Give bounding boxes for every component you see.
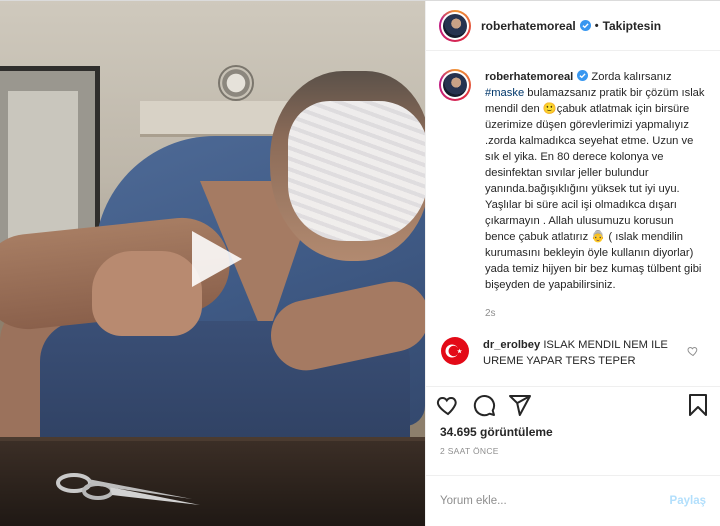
caption-time-ago: 2s	[485, 308, 496, 320]
header-separator: •	[594, 19, 599, 32]
post-comment-button[interactable]: Paylaş	[670, 495, 706, 507]
commenter-avatar[interactable]	[441, 337, 469, 366]
video-person-thumbs-up	[92, 251, 202, 336]
play-icon[interactable]	[188, 229, 244, 289]
video-wall-clock	[218, 65, 254, 101]
caption-text-start: Zorda kalırsanız	[588, 71, 672, 84]
heart-icon[interactable]	[436, 393, 460, 417]
post-header: roberhatemoreal • Takiptesin	[426, 1, 720, 52]
comments-area[interactable]: roberhatemoreal Zorda kalırsanız #maske …	[426, 51, 720, 386]
post-video[interactable]	[0, 1, 425, 526]
caption-text-rest: bulamazsanız pratik bir çözüm ıslak mend…	[485, 87, 705, 292]
comment-input[interactable]	[440, 495, 670, 508]
scissors-image	[56, 473, 200, 505]
comment-icon[interactable]	[472, 393, 496, 417]
caption-body: roberhatemoreal Zorda kalırsanız #maske …	[485, 69, 705, 322]
author-avatar[interactable]	[439, 9, 471, 42]
commenter-username[interactable]: dr_erolbey	[483, 339, 540, 351]
add-comment-section: Paylaş	[426, 474, 720, 526]
caption-hashtag-link[interactable]: #maske	[485, 87, 524, 99]
share-icon[interactable]	[508, 393, 532, 417]
turkey-flag-icon	[445, 344, 463, 358]
bookmark-icon[interactable]	[686, 393, 710, 417]
comment-item: dr_erolbey ISLAK MENDIL NEM ILE UREME YA…	[439, 337, 707, 367]
post-actions-bar	[426, 386, 720, 422]
comment-like-heart-icon[interactable]	[687, 345, 699, 357]
caption-avatar[interactable]	[439, 69, 471, 102]
post-timestamp[interactable]: 2 SAAT ÖNCE	[426, 442, 720, 474]
post-details-panel: roberhatemoreal • Takiptesin roberhatemo…	[425, 1, 720, 526]
comment-body: dr_erolbey ISLAK MENDIL NEM ILE UREME YA…	[483, 337, 683, 367]
instagram-post-modal: roberhatemoreal • Takiptesin roberhatemo…	[0, 0, 720, 526]
follow-status-button[interactable]: Takiptesin	[603, 19, 661, 33]
post-caption: roberhatemoreal Zorda kalırsanız #maske …	[439, 69, 707, 322]
verified-badge-icon	[577, 70, 589, 82]
view-count[interactable]: 34.695 görüntüleme	[426, 423, 720, 443]
video-tissue-mask	[288, 101, 425, 241]
author-username[interactable]: roberhatemoreal	[481, 19, 576, 33]
verified-badge-icon	[579, 20, 591, 32]
caption-username[interactable]: roberhatemoreal	[485, 71, 573, 83]
